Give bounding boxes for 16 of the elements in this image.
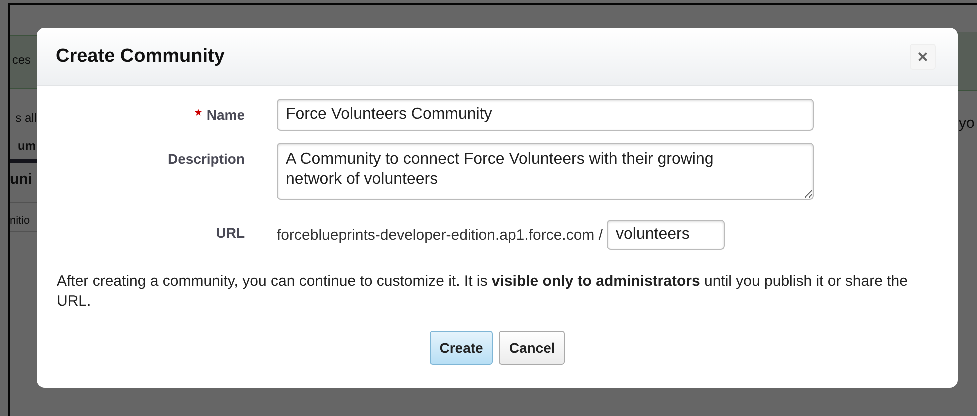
info-text: After creating a community, you can continue to customize it. It is visible only to administrators until you publish it or share the URL. (57, 272, 909, 312)
banner-fragment: ces (10, 35, 37, 89)
cancel-button[interactable]: Cancel (499, 331, 566, 365)
dialog-title: Create Community (56, 46, 225, 68)
name-field[interactable]: Force Volunteers Community (277, 99, 814, 131)
field-label: Name (206, 107, 245, 123)
text-fragment: yo (958, 115, 976, 132)
create-button[interactable]: Create (430, 331, 494, 365)
close-button[interactable]: × (910, 44, 936, 70)
banner-fragment (957, 32, 977, 91)
url-field[interactable]: volunteers (607, 220, 726, 250)
field-label: URL (216, 225, 245, 241)
text-fragment: s all (14, 111, 37, 125)
description-field[interactable]: A Community to connect Force Volunteers with their growing network of volunteers (277, 143, 814, 200)
field-label: Description (168, 151, 245, 167)
url-prefix: forceblueprints-developer-edition.ap1.force.com / (277, 226, 604, 244)
